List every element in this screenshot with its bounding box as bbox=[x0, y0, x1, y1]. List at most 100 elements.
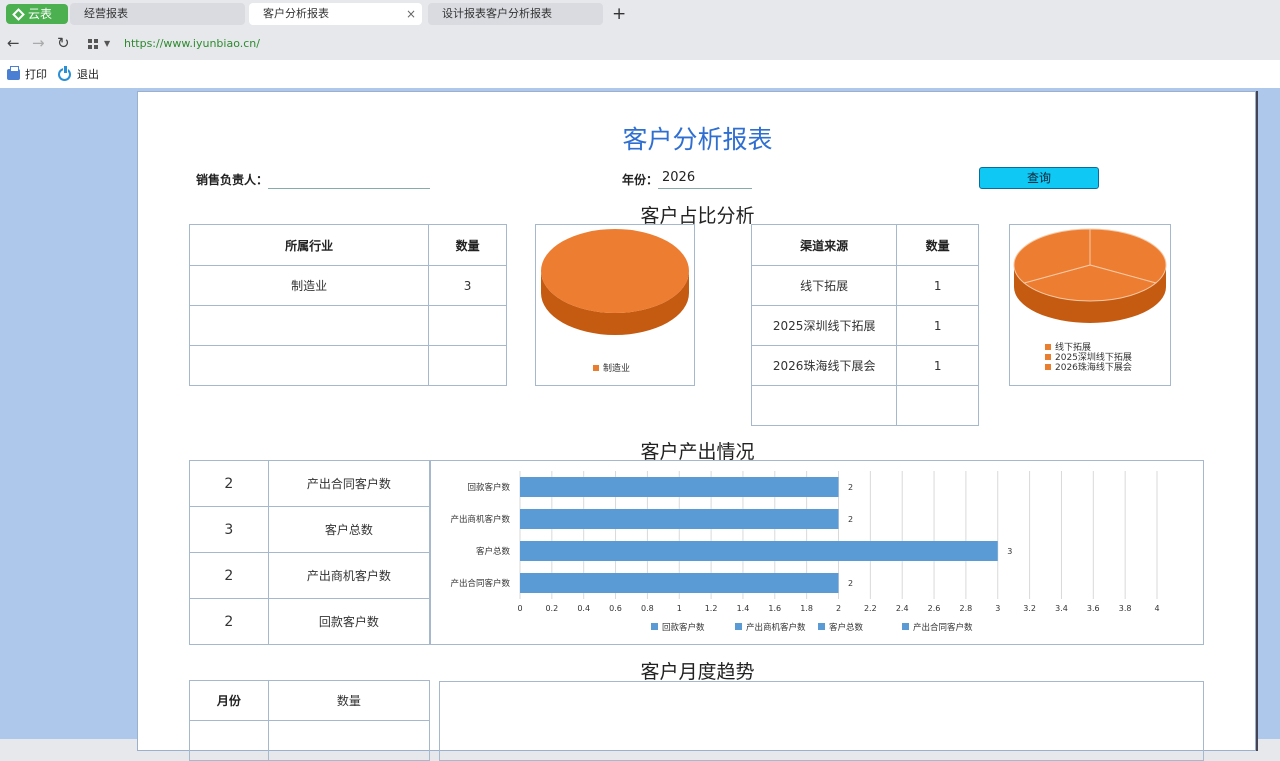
table-cell: 1 bbox=[896, 345, 979, 386]
x-tick-label: 0.6 bbox=[609, 604, 622, 613]
brand-label: 云表 bbox=[28, 7, 53, 21]
table-cell bbox=[428, 345, 507, 386]
y-category-label: 产出商机客户数 bbox=[450, 514, 510, 525]
industry-table: 所属行业 数量 制造业 3 bbox=[188, 224, 507, 386]
legend-swatch bbox=[735, 623, 742, 630]
apps-grid-icon[interactable] bbox=[88, 39, 98, 49]
table-cell bbox=[189, 720, 269, 761]
output-value-cell: 2 bbox=[189, 460, 269, 507]
x-tick-label: 3.4 bbox=[1055, 604, 1068, 613]
output-label-cell: 回款客户数 bbox=[267, 598, 431, 645]
output-bar-chart: 0 0.2 0.4 0.6 0.8 1 1.2 1.4 1.6 1.8 2 2.2 2.4 2.6 2.8 3… bbox=[430, 460, 1204, 645]
x-tick-label: 0.8 bbox=[641, 604, 654, 613]
legend-label: 产出商机客户数 bbox=[746, 622, 806, 633]
bar bbox=[520, 541, 998, 561]
output-value-cell: 2 bbox=[189, 552, 269, 599]
table-cell bbox=[188, 305, 430, 346]
legend-label: 客户总数 bbox=[829, 622, 864, 633]
url-field[interactable]: https://www.iyunbiao.cn/ bbox=[124, 37, 260, 50]
bar bbox=[520, 509, 839, 529]
close-tab-icon[interactable]: × bbox=[406, 3, 416, 25]
industry-header: 所属行业 bbox=[188, 224, 430, 266]
table-cell: 1 bbox=[896, 265, 979, 306]
month-count-header: 数量 bbox=[267, 680, 431, 721]
x-tick-label: 0 bbox=[517, 604, 522, 613]
report-page: 客户分析报表 销售负责人： 年份： 2026 查询 客户占比分析 所属行业 数量… bbox=[137, 91, 1256, 761]
x-tick-label: 1.2 bbox=[705, 604, 718, 613]
table-cell: 制造业 bbox=[188, 265, 430, 306]
tab-customer-analysis[interactable]: 客户分析报表 × bbox=[249, 3, 422, 25]
tab-business-report[interactable]: 经营报表 bbox=[70, 3, 245, 25]
tab-label: 经营报表 bbox=[84, 7, 128, 20]
legend-label: 2025深圳线下拓展 bbox=[1055, 353, 1132, 363]
year-label: 年份： bbox=[622, 173, 659, 187]
exit-button[interactable]: 退出 bbox=[58, 66, 99, 82]
bar bbox=[520, 573, 839, 593]
legend-swatch bbox=[1045, 354, 1051, 360]
x-tick-label: 0.4 bbox=[577, 604, 590, 613]
y-category-label: 回款客户数 bbox=[467, 482, 510, 493]
x-tick-label: 2 bbox=[836, 604, 841, 613]
table-cell bbox=[428, 305, 507, 346]
output-label-cell: 产出合同客户数 bbox=[267, 460, 431, 507]
back-arrow-icon[interactable]: ← bbox=[7, 34, 20, 52]
report-toolbar: 打印 退出 bbox=[0, 60, 1280, 88]
tab-design-report[interactable]: 设计报表客户分析报表 bbox=[428, 3, 603, 25]
x-tick-label: 1.8 bbox=[800, 604, 813, 613]
pie-legend-item: 2026珠海线下展会 bbox=[1045, 363, 1132, 373]
exit-label: 退出 bbox=[77, 68, 99, 81]
tab-label: 客户分析报表 bbox=[263, 7, 329, 20]
legend-swatch bbox=[1045, 344, 1051, 350]
pie-legend-item: 2025深圳线下拓展 bbox=[1045, 353, 1132, 363]
sales-owner-field[interactable] bbox=[268, 167, 430, 189]
output-value-cell: 2 bbox=[189, 598, 269, 645]
pie-legend-item: 制造业 bbox=[593, 364, 630, 374]
x-tick-label: 2.2 bbox=[864, 604, 877, 613]
reload-icon[interactable]: ↻ bbox=[57, 34, 70, 52]
x-tick-label: 2.4 bbox=[896, 604, 909, 613]
print-button[interactable]: 打印 bbox=[7, 66, 47, 82]
output-value-cell: 3 bbox=[189, 506, 269, 553]
legend-label: 制造业 bbox=[603, 364, 631, 374]
tab-label: 设计报表客户分析报表 bbox=[442, 7, 552, 20]
month-header: 月份 bbox=[189, 680, 269, 721]
report-title: 客户分析报表 bbox=[622, 125, 773, 154]
chevron-down-icon[interactable]: ▼ bbox=[104, 39, 110, 48]
output-label-cell: 产出商机客户数 bbox=[267, 552, 431, 599]
forward-arrow-icon[interactable]: → bbox=[32, 34, 45, 52]
pie-slice bbox=[541, 229, 689, 313]
x-tick-label: 3 bbox=[995, 604, 1000, 613]
brand-button[interactable]: 云表 bbox=[6, 4, 68, 24]
address-bar: ← → ↻ ▼ https://www.iyunbiao.cn/ bbox=[0, 28, 1280, 60]
legend-swatch bbox=[1045, 364, 1051, 370]
data-label: 2 bbox=[848, 483, 853, 492]
channel-header: 渠道来源 bbox=[750, 224, 898, 266]
x-tick-label: 1.4 bbox=[737, 604, 750, 613]
workspace: 客户分析报表 销售负责人： 年份： 2026 查询 客户占比分析 所属行业 数量… bbox=[0, 88, 1280, 761]
legend-swatch bbox=[593, 365, 599, 371]
pie-legend-item: 线下拓展 bbox=[1045, 343, 1132, 353]
x-tick-label: 2.8 bbox=[960, 604, 973, 613]
bar bbox=[520, 477, 839, 497]
power-icon bbox=[58, 66, 71, 81]
table-cell bbox=[267, 720, 431, 761]
year-field[interactable]: 2026 bbox=[658, 167, 752, 189]
x-tick-label: 4 bbox=[1154, 604, 1159, 613]
pie-legend: 线下拓展 2025深圳线下拓展 2026珠海线下展会 bbox=[1045, 343, 1132, 373]
monthly-trend-chart bbox=[439, 681, 1204, 761]
x-tick-label: 1 bbox=[677, 604, 682, 613]
industry-pie-chart: 制造业 bbox=[535, 224, 695, 386]
legend-swatch bbox=[818, 623, 825, 630]
y-category-label: 客户总数 bbox=[476, 546, 511, 557]
legend-swatch bbox=[902, 623, 909, 630]
x-tick-label: 3.8 bbox=[1119, 604, 1132, 613]
new-tab-icon[interactable]: + bbox=[612, 3, 626, 25]
tab-bar: 云表 经营报表 客户分析报表 × 设计报表客户分析报表 + bbox=[0, 0, 1280, 28]
query-button[interactable]: 查询 bbox=[979, 167, 1099, 189]
table-cell: 3 bbox=[428, 265, 507, 306]
industry-pie-svg bbox=[541, 229, 689, 335]
sales-owner-label: 销售负责人： bbox=[196, 173, 269, 187]
table-cell: 2026珠海线下展会 bbox=[750, 345, 898, 386]
printer-icon bbox=[7, 66, 20, 80]
output-bar-svg: 0 0.2 0.4 0.6 0.8 1 1.2 1.4 1.6 1.8 2 2.2 2.4 2.6 2.8 3… bbox=[450, 471, 1160, 633]
